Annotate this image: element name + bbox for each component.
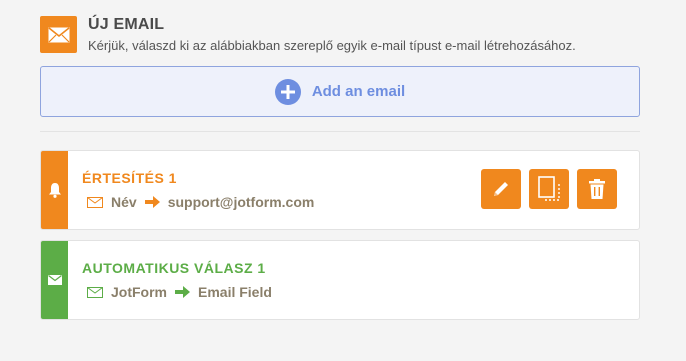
divider	[40, 131, 640, 132]
bell-icon	[41, 151, 68, 229]
card-actions	[481, 169, 617, 209]
plus-icon	[274, 78, 301, 105]
email-title: ÉRTESÍTÉS 1	[82, 170, 177, 186]
envelope-icon	[87, 286, 103, 298]
delete-button[interactable]	[577, 169, 617, 209]
envelope-icon	[41, 241, 68, 319]
email-title: AUTOMATIKUS VÁLASZ 1	[82, 260, 266, 276]
page-title: ÚJ EMAIL	[88, 16, 165, 33]
email-route: Név support@jotform.com	[87, 194, 314, 210]
email-from: Név	[111, 194, 137, 210]
edit-button[interactable]	[481, 169, 521, 209]
add-email-label: Add an email	[311, 83, 406, 100]
email-to: Email Field	[198, 284, 272, 300]
email-route: JotForm Email Field	[87, 284, 272, 300]
clone-icon	[538, 176, 560, 201]
arrow-right-icon	[144, 196, 160, 208]
email-card-autoresponder[interactable]: AUTOMATIKUS VÁLASZ 1 JotForm Email Field	[40, 240, 640, 320]
email-card-notification[interactable]: ÉRTESÍTÉS 1 Név support@jotform.com	[40, 150, 640, 230]
arrow-right-icon	[175, 286, 190, 298]
add-email-button[interactable]: Add an email	[40, 66, 640, 117]
trash-icon	[589, 179, 605, 199]
page-description: Kérjük, válaszd ki az alábbiakban szerep…	[88, 38, 576, 53]
email-to: support@jotform.com	[167, 194, 315, 210]
pencil-icon	[494, 182, 508, 196]
new-email-header: ÚJ EMAIL Kérjük, válaszd ki az alábbiakb…	[40, 14, 640, 58]
envelope-icon	[87, 196, 103, 208]
envelope-icon	[40, 16, 77, 53]
clone-button[interactable]	[529, 169, 569, 209]
email-from: JotForm	[111, 284, 167, 300]
